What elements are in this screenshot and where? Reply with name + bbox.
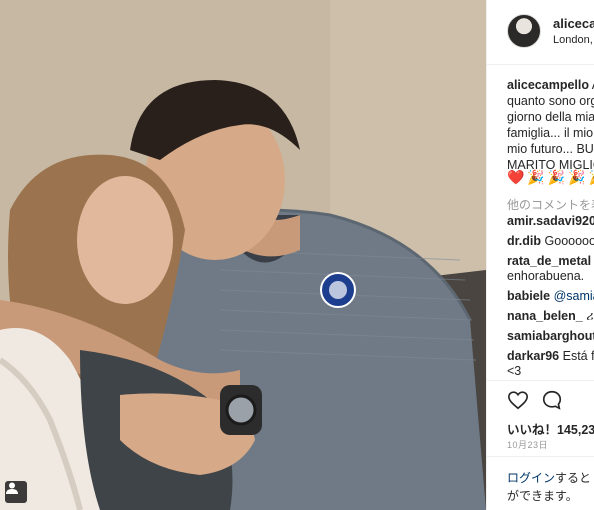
comment-username[interactable]: samiabarghout: [507, 329, 594, 343]
comment-text: Está f: [562, 349, 594, 363]
load-more-comments[interactable]: 他のコメントを表示: [507, 196, 594, 213]
comment-username[interactable]: babiele: [507, 289, 550, 303]
post-sidebar: alicecampello London, United Kingdom ali…: [486, 0, 594, 510]
login-line-2: ができます。: [507, 489, 578, 503]
login-link[interactable]: ログイン: [507, 471, 555, 485]
comment-item: darkar96 Está f <3: [507, 349, 594, 379]
login-suffix: すると: [555, 471, 592, 485]
comment-list: amir.sadavi920 dr.dib Gooooooo rata_de_m…: [507, 214, 594, 384]
comment-text-cont: <3: [507, 364, 522, 378]
comment-bubble-icon[interactable]: [541, 389, 563, 411]
comment-text: Gooooooo: [544, 234, 594, 248]
user-tag-icon[interactable]: [5, 481, 27, 503]
caption-emojis: ❤️🎉🎉🎉🎉: [507, 169, 594, 185]
caption: alicecampello A quanto sono org giorno d…: [507, 77, 594, 173]
comment-text-cont: enhorabuena.: [507, 269, 585, 283]
post-header: alicecampello London, United Kingdom: [487, 0, 594, 65]
post-photo[interactable]: [0, 0, 486, 510]
header-username[interactable]: alicecampello: [553, 16, 594, 31]
like-count[interactable]: いいね！145,23: [507, 419, 594, 438]
post-actions: いいね！145,23 10月23日 ログインすると ができます。: [487, 380, 594, 510]
post-date[interactable]: 10月23日: [507, 438, 548, 451]
caption-text-4: mio futuro... BU: [507, 142, 594, 156]
header-location[interactable]: London, United Kingdom: [553, 34, 594, 46]
caption-username[interactable]: alicecampello: [507, 78, 589, 92]
comment-item: rata_de_metal C enhorabuena.: [507, 254, 594, 284]
caption-text-1: quanto sono org: [507, 94, 594, 108]
avatar[interactable]: [507, 14, 541, 48]
photo-illustration: [0, 0, 486, 510]
caption-text-3: famiglia... il mio: [507, 126, 594, 140]
comment-username[interactable]: dr.dib: [507, 234, 541, 248]
comment-text: ሪ: [586, 309, 594, 323]
comment-username[interactable]: nana_belen_: [507, 309, 583, 323]
comment-item: nana_belen_ ሪ: [507, 309, 594, 324]
login-line-1: ログインすると: [507, 469, 591, 486]
comment-mention[interactable]: @samia: [554, 289, 594, 303]
login-prompt: ログインすると ができます。: [487, 456, 594, 510]
comment-item: dr.dib Gooooooo: [507, 234, 594, 249]
comment-item: amir.sadavi920: [507, 214, 594, 229]
person-icon: [6, 482, 18, 494]
caption-line: alicecampello A: [507, 77, 594, 93]
comment-item: samiabarghout: [507, 329, 594, 344]
comment-item: babiele @samia: [507, 289, 594, 304]
caption-text-2: giorno della mia: [507, 110, 594, 124]
comment-username[interactable]: amir.sadavi920: [507, 214, 594, 228]
heart-outline-icon[interactable]: [507, 389, 529, 411]
comment-username[interactable]: darkar96: [507, 349, 559, 363]
comment-username[interactable]: rata_de_metal: [507, 254, 591, 268]
